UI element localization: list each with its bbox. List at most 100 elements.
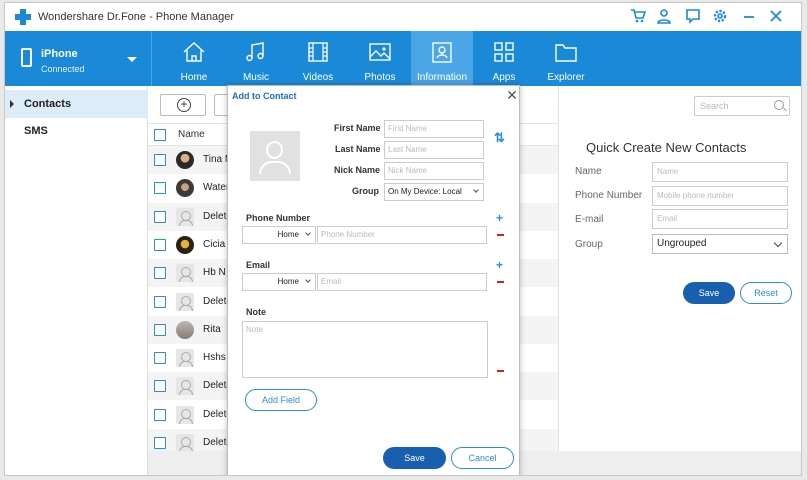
nav-videos[interactable]: Videos [287, 31, 349, 86]
email-type-select[interactable]: Home [242, 273, 316, 291]
swap-icon[interactable]: ⇅ [494, 130, 505, 146]
nick-name-field[interactable]: Nick Name [384, 162, 484, 180]
nav-photos-label: Photos [364, 72, 396, 83]
row-checkbox[interactable] [154, 238, 166, 251]
add-contact-button[interactable]: + [160, 94, 206, 116]
qc-group-select[interactable]: Ungrouped [652, 234, 788, 254]
remove-note-icon[interactable] [497, 370, 504, 372]
sidebar-item-sms[interactable]: SMS [5, 117, 148, 145]
qc-phone-label: Phone Number [575, 190, 643, 201]
device-selector[interactable]: iPhone Connected [5, 31, 152, 86]
qc-group-label: Group [575, 239, 603, 250]
folder-icon [555, 44, 577, 62]
sidebar-item-contacts[interactable]: Contacts [5, 90, 148, 118]
video-icon [308, 42, 328, 62]
remove-phone-icon[interactable] [497, 234, 504, 236]
nav-photos[interactable]: Photos [349, 31, 411, 86]
nav-apps[interactable]: Apps [473, 31, 535, 86]
settings-icon[interactable] [711, 8, 729, 26]
nav-information[interactable]: Information [411, 31, 473, 86]
caret-right-icon [10, 100, 14, 108]
contact-photo[interactable] [250, 131, 300, 181]
row-checkbox[interactable] [154, 408, 166, 421]
group-label: Group [352, 186, 379, 196]
add-email-icon[interactable]: + [496, 259, 503, 271]
nav-apps-label: Apps [492, 72, 516, 83]
add-field-button[interactable]: Add Field [245, 389, 317, 411]
avatar [176, 151, 194, 169]
remove-email-icon[interactable] [497, 281, 504, 283]
contact-card-icon [432, 42, 452, 63]
cart-icon[interactable] [629, 8, 647, 26]
home-icon [183, 42, 205, 62]
add-contact-dialog: Add to Contact ✕ First Name First Name L… [227, 85, 520, 475]
avatar [176, 235, 194, 254]
drfone-logo-icon [15, 9, 31, 25]
close-icon[interactable] [767, 8, 785, 26]
avatar [176, 320, 194, 339]
phone-number-field[interactable]: Phone Number [317, 226, 487, 244]
sidebar-item-label: Contacts [24, 98, 72, 110]
last-name-field[interactable]: Last Name [384, 141, 484, 159]
row-checkbox[interactable] [154, 182, 166, 195]
qc-email-label: E-mail [575, 214, 604, 225]
nick-name-label: Nick Name [334, 165, 381, 175]
nav-explorer[interactable]: Explorer [535, 31, 597, 86]
email-type-value: Home [277, 277, 299, 286]
row-checkbox[interactable] [154, 295, 166, 308]
apps-icon [494, 42, 514, 62]
nav-home[interactable]: Home [163, 31, 225, 86]
feedback-icon[interactable] [684, 8, 702, 26]
nav-music-label: Music [242, 72, 270, 83]
nav-music[interactable]: Music [225, 31, 287, 86]
first-name-label: First Name [334, 123, 381, 133]
default-avatar-icon [176, 292, 194, 311]
user-icon[interactable] [655, 8, 673, 26]
device-name: iPhone [41, 48, 78, 60]
default-avatar-icon [176, 377, 194, 396]
phone-type-value: Home [277, 230, 299, 239]
row-checkbox[interactable] [154, 380, 166, 393]
avatar-placeholder-icon [266, 141, 283, 159]
app-window: Wondershare Dr.Fone - Phone Manager iPho… [4, 2, 802, 476]
row-checkbox[interactable] [154, 210, 166, 223]
qc-name-field[interactable]: Name [652, 162, 788, 182]
search-icon[interactable] [774, 100, 784, 110]
row-checkbox[interactable] [154, 323, 166, 336]
cancel-button[interactable]: Cancel [451, 447, 514, 469]
qc-phone-field[interactable]: Mobile phone number [652, 186, 788, 206]
chevron-down-icon [473, 187, 479, 193]
group-select[interactable]: On My Device: Local [384, 183, 484, 201]
select-all-checkbox[interactable] [154, 129, 166, 141]
row-checkbox[interactable] [154, 267, 166, 280]
minimize-icon[interactable] [740, 8, 758, 26]
phone-icon [21, 48, 32, 67]
dialog-title: Add to Contact [232, 91, 297, 101]
close-icon[interactable]: ✕ [506, 88, 518, 102]
search-placeholder: Search [700, 101, 729, 111]
add-phone-icon[interactable]: + [496, 212, 503, 224]
email-field[interactable]: Email [317, 273, 487, 291]
quick-create-pane: Search Quick Create New Contacts Name Na… [558, 86, 801, 451]
save-button[interactable]: Save [383, 447, 446, 469]
note-field[interactable]: Note [242, 321, 488, 378]
phone-type-select[interactable]: Home [242, 226, 316, 244]
device-status: Connected [41, 64, 85, 74]
row-checkbox[interactable] [154, 154, 166, 166]
row-checkbox[interactable] [154, 437, 166, 449]
qc-save-button[interactable]: Save [683, 282, 735, 304]
column-header-name: Name [178, 129, 205, 140]
phone-section-label: Phone Number [246, 213, 311, 223]
chevron-down-icon [305, 277, 311, 283]
nav-information-label: Information [416, 72, 468, 83]
qc-reset-button[interactable]: Reset [740, 282, 792, 304]
email-section-label: Email [246, 260, 271, 270]
search-input[interactable]: Search [694, 96, 790, 116]
nav-home-label: Home [180, 72, 208, 83]
first-name-field[interactable]: First Name [384, 120, 484, 138]
default-avatar-icon [176, 405, 194, 424]
row-checkbox[interactable] [154, 352, 166, 365]
caret-down-icon[interactable] [127, 57, 137, 62]
default-avatar-icon [176, 349, 194, 368]
qc-email-field[interactable]: Email [652, 209, 788, 229]
